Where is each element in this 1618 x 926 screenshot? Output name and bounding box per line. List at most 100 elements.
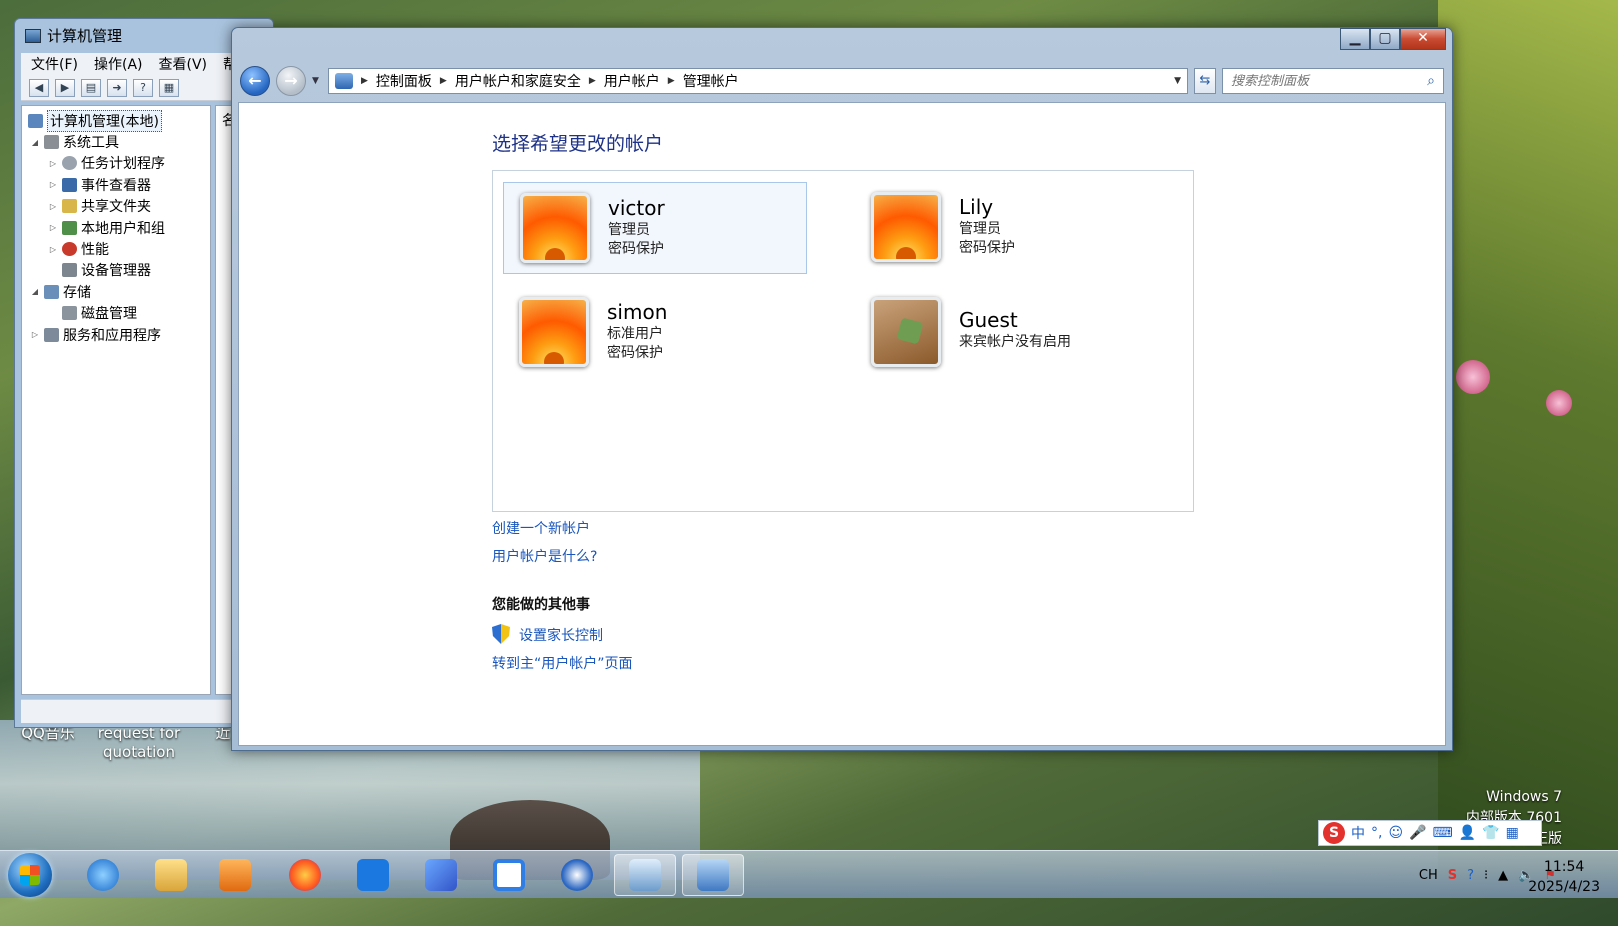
- create-new-account-link[interactable]: 创建一个新帐户: [492, 518, 590, 538]
- menu-action[interactable]: 操作(A): [94, 54, 143, 74]
- expand-arrow-icon[interactable]: ▷: [30, 330, 40, 339]
- taskbar-app-tiles[interactable]: [342, 854, 404, 896]
- clock-date: 2025/4/23: [1528, 879, 1600, 895]
- address-bar[interactable]: ▶ 控制面板 ▶ 用户帐户和家庭安全 ▶ 用户帐户 ▶ 管理帐户 ▼: [328, 68, 1188, 94]
- taskbar-firefox[interactable]: [274, 854, 336, 896]
- breadcrumb-separator-icon[interactable]: ▶: [361, 76, 368, 86]
- breadcrumb-user-accounts-family-safety[interactable]: 用户帐户和家庭安全: [455, 71, 581, 91]
- shared-folder-icon: [62, 199, 77, 214]
- taskbar-computer-management[interactable]: [614, 854, 676, 896]
- tree-item-event-viewer[interactable]: ▷ 事件查看器: [22, 174, 210, 195]
- ime-mode[interactable]: 中: [1351, 823, 1365, 843]
- taskbar-mail[interactable]: [546, 854, 608, 896]
- start-button[interactable]: [8, 853, 52, 897]
- account-password-status: 密码保护: [607, 345, 663, 361]
- taskbar: CH S ? ⁝ ▲ 🔈 ⚑ 11:54 2025/4/23: [0, 850, 1618, 898]
- expand-arrow-icon[interactable]: ▷: [48, 159, 58, 168]
- expand-arrow-icon[interactable]: ▷: [48, 202, 58, 211]
- skin-icon[interactable]: 👕: [1482, 825, 1499, 841]
- toolbox-icon[interactable]: ▦: [1506, 825, 1519, 841]
- forward-button[interactable]: →: [276, 66, 306, 96]
- collapse-arrow-icon[interactable]: ◢: [30, 287, 40, 296]
- forward-arrow-icon[interactable]: ▶: [55, 78, 75, 97]
- account-tile-lily[interactable]: Lily 管理员 密码保护: [855, 182, 1159, 274]
- go-to-main-user-accounts-link[interactable]: 转到主“用户帐户”页面: [492, 653, 633, 673]
- keyboard-icon[interactable]: ⌨: [1433, 825, 1453, 841]
- sogou-logo-icon[interactable]: S: [1323, 822, 1345, 844]
- parental-controls-link[interactable]: 设置家长控制: [519, 625, 603, 645]
- other-tasks-heading: 您能做的其他事: [492, 597, 590, 613]
- maximize-button[interactable]: ▢: [1370, 28, 1400, 50]
- tree-item-device-manager[interactable]: 设备管理器: [22, 260, 210, 281]
- desktop-icon-label: request for quotation: [97, 724, 181, 761]
- punctuation-icon[interactable]: °,: [1371, 825, 1382, 841]
- collapse-arrow-icon[interactable]: ◢: [30, 138, 40, 147]
- tree-item-system-tools[interactable]: ◢ 系统工具: [22, 131, 210, 152]
- recent-pages-dropdown-icon[interactable]: ▼: [312, 76, 322, 86]
- breadcrumb-manage-accounts[interactable]: 管理帐户: [683, 71, 739, 91]
- performance-icon: [62, 242, 77, 257]
- taskbar-ie[interactable]: [72, 854, 134, 896]
- search-box[interactable]: ⌕: [1222, 68, 1444, 94]
- tree-item-storage[interactable]: ◢ 存储: [22, 281, 210, 302]
- breadcrumb-separator-icon[interactable]: ▶: [668, 76, 675, 86]
- show-hidden-icons-icon[interactable]: ▲: [1498, 868, 1508, 883]
- search-input[interactable]: [1231, 73, 1428, 89]
- ime-toolbar[interactable]: S 中 °, ☺ 🎤 ⌨ 👤 👕 ▦: [1318, 820, 1542, 846]
- user-icon[interactable]: 👤: [1459, 825, 1476, 841]
- account-name: Lily: [959, 195, 994, 219]
- mail-icon: [561, 859, 593, 891]
- taskbar-feishu[interactable]: [410, 854, 472, 896]
- properties-icon[interactable]: ▦: [159, 78, 179, 97]
- help-tray-icon[interactable]: ?: [1467, 868, 1474, 883]
- breadcrumb-control-panel[interactable]: 控制面板: [376, 71, 432, 91]
- language-indicator[interactable]: CH: [1419, 868, 1438, 883]
- media-player-icon: [219, 859, 251, 891]
- tree-item-performance[interactable]: ▷ 性能: [22, 238, 210, 259]
- clock[interactable]: 11:54 2025/4/23: [1528, 857, 1600, 897]
- account-password-status: 密码保护: [608, 241, 664, 257]
- breadcrumb-user-accounts[interactable]: 用户帐户: [604, 71, 660, 91]
- account-name: Guest: [959, 308, 1018, 332]
- account-tile-guest[interactable]: Guest 来宾帐户没有启用: [855, 287, 1159, 379]
- expand-arrow-icon[interactable]: ▷: [48, 245, 58, 254]
- tree-item-task-scheduler[interactable]: ▷ 任务计划程序: [22, 153, 210, 174]
- account-type: 管理员: [608, 222, 650, 238]
- taskbar-control-panel[interactable]: [682, 854, 744, 896]
- breadcrumb-separator-icon[interactable]: ▶: [440, 76, 447, 86]
- menu-file[interactable]: 文件(F): [31, 54, 78, 74]
- close-button[interactable]: ✕: [1400, 28, 1446, 50]
- refresh-button[interactable]: ⇆: [1194, 68, 1216, 94]
- tree-item-local-users-groups[interactable]: ▷ 本地用户和组: [22, 217, 210, 238]
- menu-view[interactable]: 查看(V): [159, 54, 208, 74]
- breadcrumb-separator-icon[interactable]: ▶: [589, 76, 596, 86]
- export-icon[interactable]: ➜: [107, 78, 127, 97]
- search-icon[interactable]: ⌕: [1427, 73, 1435, 89]
- taskbar-baidu-netdisk[interactable]: [478, 854, 540, 896]
- account-tile-victor[interactable]: victor 管理员 密码保护: [503, 182, 807, 274]
- help-icon[interactable]: ?: [133, 78, 153, 97]
- clock-time: 11:54: [1543, 859, 1585, 875]
- taskbar-media-player[interactable]: [204, 854, 266, 896]
- emoji-icon[interactable]: ☺: [1388, 825, 1403, 841]
- user-accounts-window[interactable]: ▁ ▢ ✕ ← → ▼ ▶ 控制面板 ▶ 用户帐户和家庭安全 ▶ 用户帐户 ▶ …: [231, 27, 1453, 751]
- expand-arrow-icon[interactable]: ▷: [48, 223, 58, 232]
- expand-arrow-icon[interactable]: ▷: [48, 180, 58, 189]
- address-dropdown-icon[interactable]: ▼: [1174, 76, 1181, 86]
- what-is-user-account-link[interactable]: 用户帐户是什么?: [492, 546, 597, 566]
- tree-item-services-applications[interactable]: ▷ 服务和应用程序: [22, 324, 210, 345]
- account-tile-simon[interactable]: simon 标准用户 密码保护: [503, 287, 807, 379]
- sogou-tray-icon[interactable]: S: [1448, 868, 1457, 883]
- back-button[interactable]: ←: [240, 66, 270, 96]
- tree-item-computer-management[interactable]: 计算机管理(本地): [22, 109, 210, 132]
- minimize-button[interactable]: ▁: [1340, 28, 1370, 50]
- microphone-icon[interactable]: 🎤: [1409, 825, 1426, 841]
- back-arrow-icon[interactable]: ◀: [29, 78, 49, 97]
- show-tree-icon[interactable]: ▤: [81, 78, 101, 97]
- tree-item-shared-folders[interactable]: ▷ 共享文件夹: [22, 196, 210, 217]
- tree-item-disk-management[interactable]: 磁盘管理: [22, 303, 210, 324]
- uac-shield-icon: [492, 624, 510, 644]
- wallpaper-moss: [1438, 0, 1618, 880]
- ime-options-icon[interactable]: ⁝: [1484, 868, 1488, 883]
- taskbar-explorer[interactable]: [140, 854, 202, 896]
